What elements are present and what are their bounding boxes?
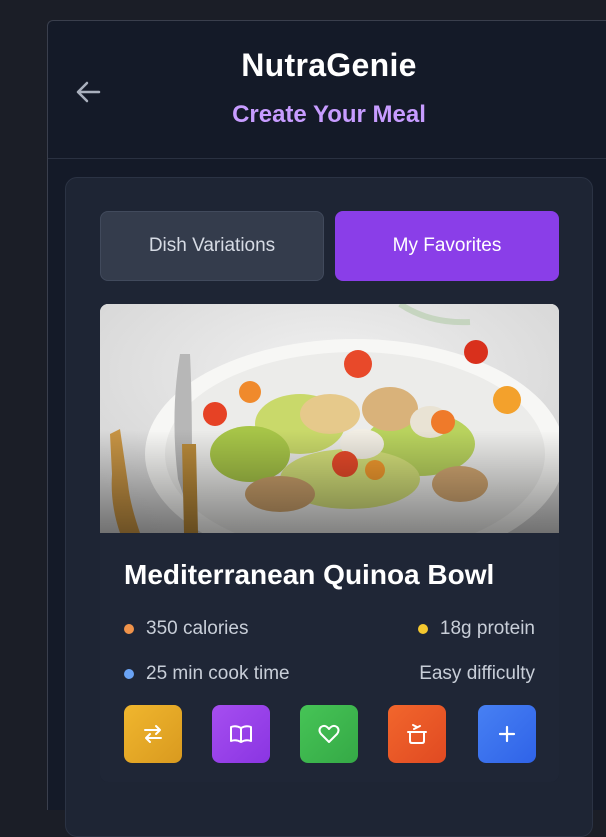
recipe-button[interactable] — [212, 705, 270, 763]
plus-icon — [498, 725, 516, 743]
app-title: NutraGenie — [241, 47, 417, 83]
protein-label: 18g protein — [439, 618, 535, 639]
heart-icon — [318, 724, 340, 743]
background-top — [0, 0, 606, 20]
protein-stat: 18g protein — [417, 618, 535, 640]
swap-icon — [144, 725, 162, 743]
calories-dot-icon — [124, 624, 134, 634]
dish-title: Mediterranean Quinoa Bowl — [124, 559, 495, 590]
add-button[interactable] — [478, 705, 536, 763]
tab-dish-variations[interactable]: Dish Variations — [100, 211, 324, 281]
background-left — [0, 0, 47, 810]
pot-icon — [407, 724, 427, 744]
page-subtitle: Create Your Meal — [232, 101, 426, 128]
action-bar — [124, 705, 536, 763]
app-window: NutraGenie Create Your Meal Dish Variati… — [47, 20, 606, 837]
swap-button[interactable] — [124, 705, 182, 763]
calories-label: 350 calories — [146, 618, 249, 639]
book-icon — [230, 725, 252, 743]
favorite-button[interactable] — [300, 705, 358, 763]
cook-button[interactable] — [388, 705, 446, 763]
difficulty-stat: Easy difficulty — [419, 663, 535, 685]
tab-my-favorites[interactable]: My Favorites — [335, 211, 559, 281]
header: NutraGenie Create Your Meal — [48, 21, 606, 159]
cook-time-dot-icon — [124, 669, 134, 679]
dish-photo — [100, 304, 559, 533]
dish-details: Mediterranean Quinoa Bowl 350 calories 1… — [100, 533, 559, 782]
cook-time-stat: 25 min cook time — [124, 663, 290, 685]
content-panel: Dish Variations My Favorites Mediterrane… — [65, 177, 593, 837]
calories-stat: 350 calories — [124, 618, 248, 640]
dish-card: Mediterranean Quinoa Bowl 350 calories 1… — [100, 304, 559, 782]
cook-time-label: 25 min cook time — [146, 663, 290, 684]
arrow-left-icon — [76, 81, 101, 103]
protein-dot-icon — [417, 624, 428, 634]
difficulty-label: Easy difficulty — [419, 663, 535, 684]
